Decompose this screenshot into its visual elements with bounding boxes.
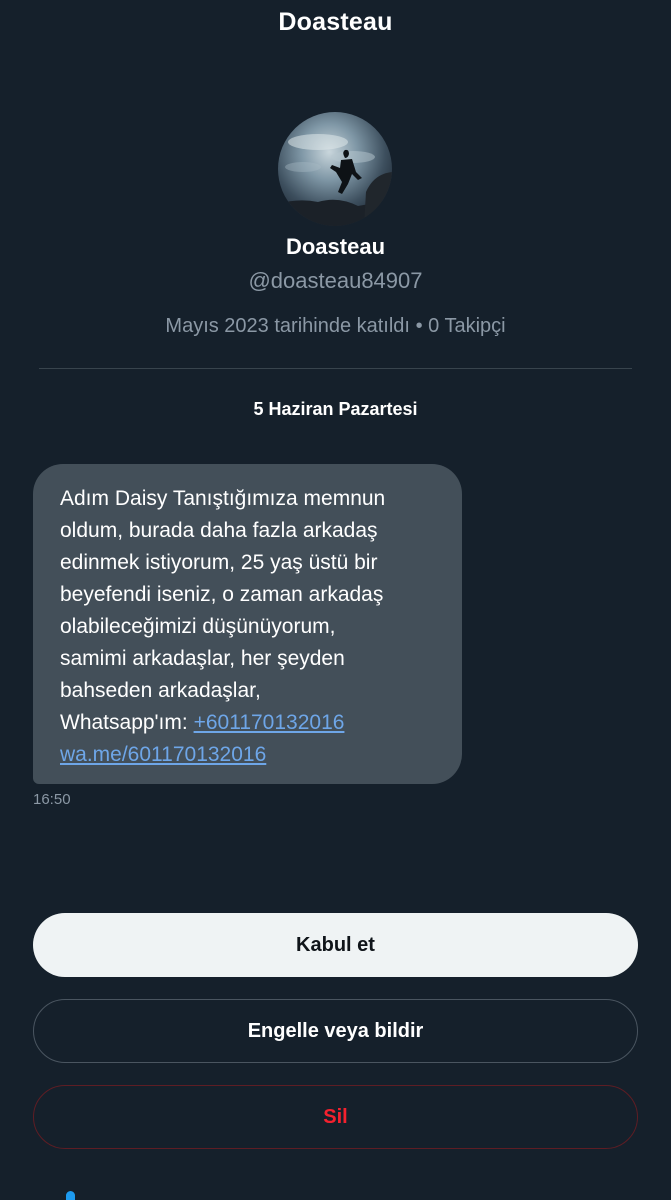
- profile-avatar[interactable]: [278, 112, 392, 226]
- message-line-link: wa.me/601170132016: [60, 739, 436, 771]
- message-bubble[interactable]: Adım Daisy Tanıştığımıza memnun oldum, b…: [33, 464, 462, 784]
- profile-meta: Mayıs 2023 tarihinde katıldı • 0 Takipçi: [0, 315, 671, 338]
- meta-separator: •: [415, 315, 423, 337]
- delete-button[interactable]: Sil: [33, 1085, 638, 1149]
- message-line: edinmek istiyorum, 25 yaş üstü bir: [60, 551, 378, 574]
- divider: [39, 368, 632, 369]
- message-line: bahseden arkadaşlar,: [60, 679, 261, 702]
- message-line: olabileceğimizi düşünüyorum,: [60, 615, 336, 638]
- block-or-report-button-label: Engelle veya bildir: [247, 1019, 424, 1042]
- message-line: samimi arkadaşlar, her şeyden: [60, 647, 345, 670]
- joined-date: Mayıs 2023 tarihinde katıldı: [165, 315, 410, 337]
- conversation-header-title: Doasteau: [278, 8, 393, 36]
- wa-link[interactable]: wa.me/601170132016: [60, 743, 266, 766]
- date-separator: 5 Haziran Pazartesi: [253, 399, 418, 419]
- composer-icon-partial[interactable]: [66, 1191, 75, 1200]
- message-timestamp: 16:50: [33, 791, 71, 808]
- accept-button-label: Kabul et: [296, 933, 375, 956]
- message-line: oldum, burada daha fazla arkadaş: [60, 519, 378, 542]
- profile-name[interactable]: Doasteau: [0, 234, 671, 260]
- phone-link[interactable]: +601170132016: [194, 711, 345, 734]
- delete-button-label: Sil: [323, 1105, 348, 1128]
- whatsapp-prefix: Whatsapp'ım:: [60, 711, 188, 734]
- block-or-report-button[interactable]: Engelle veya bildir: [33, 999, 638, 1063]
- message-line-contact: Whatsapp'ım: +601170132016: [60, 707, 436, 739]
- message-line: beyefendi iseniz, o zaman arkadaş: [60, 583, 384, 606]
- follower-count[interactable]: 0 Takipçi: [428, 315, 505, 337]
- profile-avatar-photo: [278, 112, 392, 226]
- accept-button[interactable]: Kabul et: [33, 913, 638, 977]
- message-line: Adım Daisy Tanıştığımıza memnun: [60, 487, 386, 510]
- profile-handle: @doasteau84907: [248, 268, 423, 293]
